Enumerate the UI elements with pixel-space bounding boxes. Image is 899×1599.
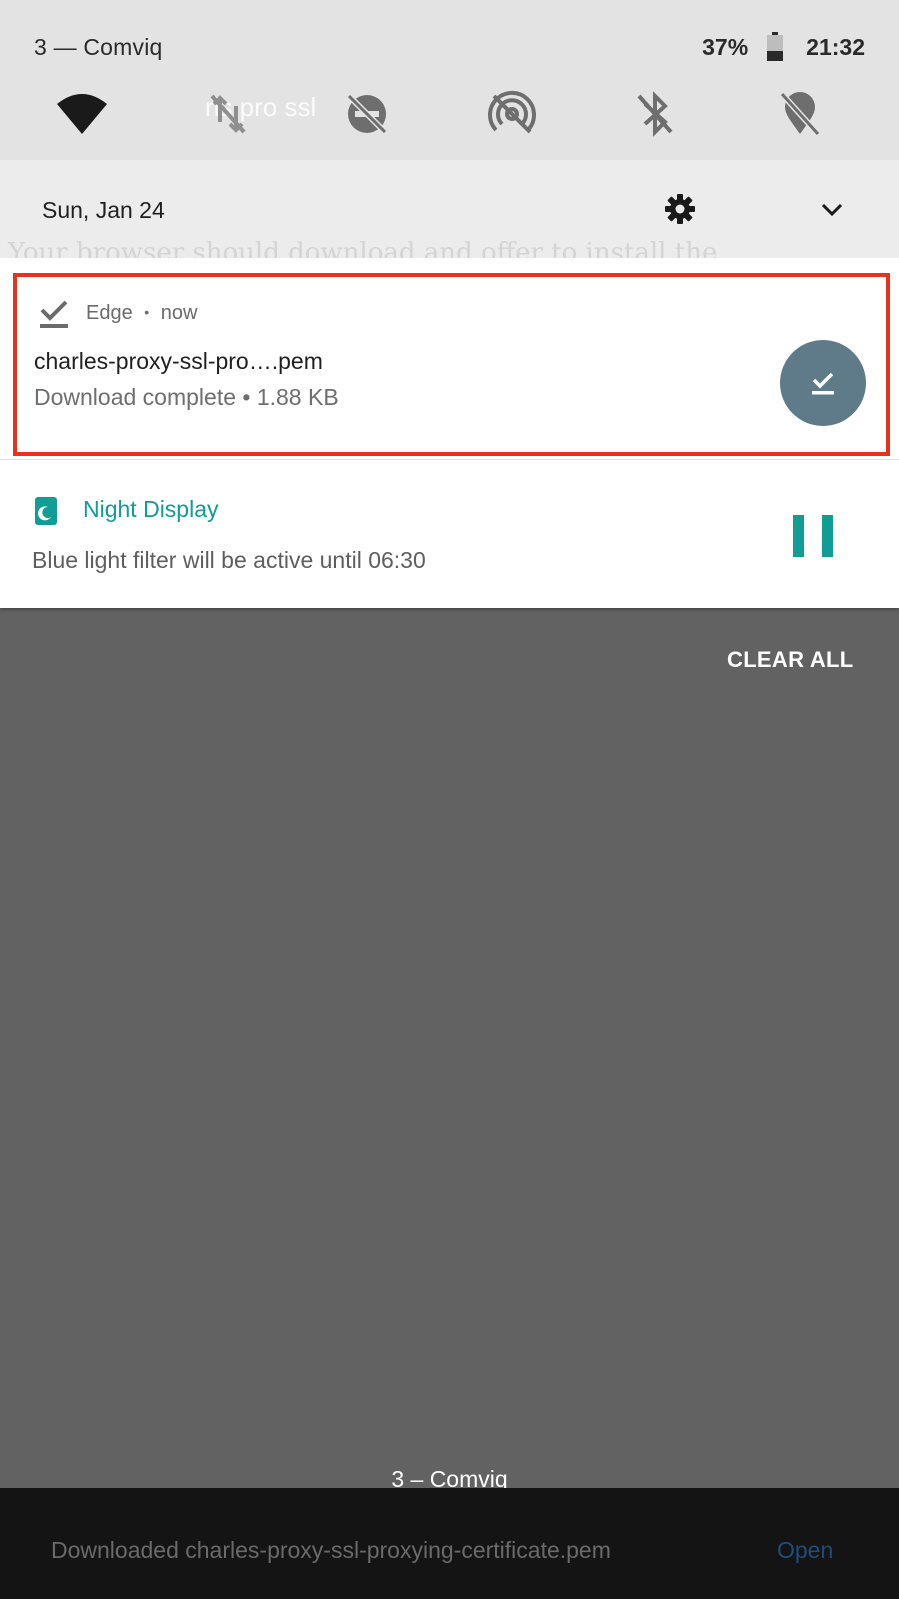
carrier-name: 3 — Comviq (34, 34, 163, 60)
chevron-down-icon[interactable] (815, 193, 849, 227)
notification-time: now (160, 302, 198, 324)
night-display-icon (35, 497, 57, 525)
wifi-icon[interactable] (50, 82, 114, 146)
download-done-icon (40, 300, 68, 328)
settings-gear-icon[interactable] (662, 191, 698, 227)
hotspot-off-icon[interactable] (480, 82, 544, 146)
battery-icon (767, 32, 784, 61)
notification-shade-header: rls pro ssl Charles SSL CA Certificate i… (0, 0, 899, 225)
quick-settings-row (0, 82, 899, 152)
notification-night-display[interactable] (0, 459, 899, 608)
notification-subtitle: Blue light filter will be active until 0… (32, 547, 426, 573)
notification-header: Edge • now (86, 302, 197, 325)
shade-date-row: Your browser should download and offer t… (0, 160, 899, 268)
pause-bar-left (793, 515, 804, 557)
pause-icon[interactable] (793, 515, 833, 557)
download-done-icon (812, 372, 834, 395)
bluetooth-off-icon[interactable] (623, 82, 687, 146)
do-not-disturb-off-icon[interactable] (335, 82, 399, 146)
pause-bar-right (822, 515, 833, 557)
snackbar-message: Downloaded charles-proxy-ssl-proxying-ce… (51, 1537, 611, 1563)
snackbar-open-button[interactable]: Open (777, 1537, 833, 1564)
notification-title: Night Display (83, 496, 219, 522)
status-right-group: 37% 21:32 (702, 32, 865, 62)
notification-app-name: Edge (86, 302, 133, 324)
location-off-icon[interactable] (768, 82, 832, 146)
clock: 21:32 (806, 33, 865, 60)
notification-subtitle: Download complete • 1.88 KB (34, 384, 339, 410)
battery-percent: 37% (702, 33, 749, 60)
mobile-data-off-icon[interactable] (196, 82, 260, 146)
open-download-button[interactable] (780, 340, 866, 426)
date-label[interactable]: Sun, Jan 24 (42, 197, 165, 224)
notification-title: charles-proxy-ssl-pro….pem (34, 348, 323, 374)
status-bar: 3 — Comviq 37% 21:32 (0, 0, 899, 90)
clear-all-button[interactable]: CLEAR ALL (727, 647, 854, 673)
notification-separator: • (144, 304, 150, 320)
